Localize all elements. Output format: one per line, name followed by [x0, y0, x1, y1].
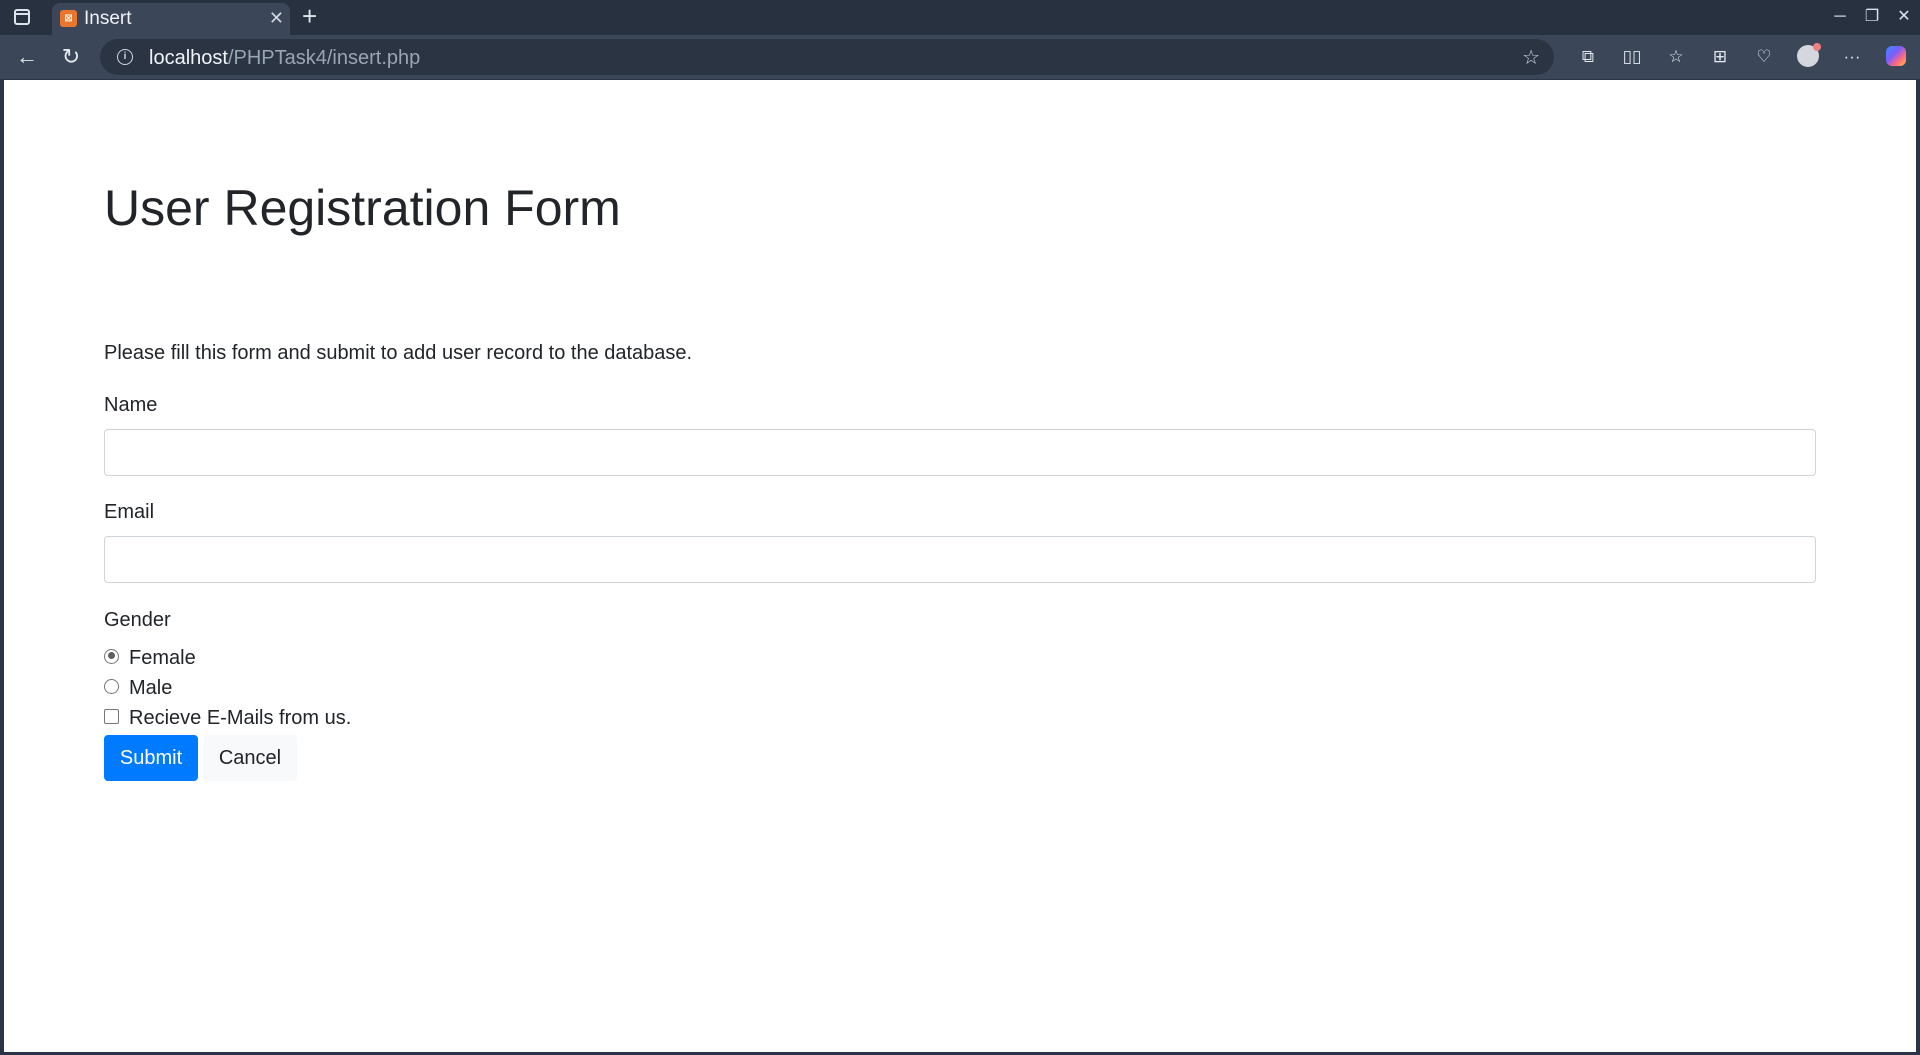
favorite-star-icon[interactable]: ☆ [1522, 45, 1540, 70]
url-text: localhost/PHPTask4/insert.php [149, 47, 421, 69]
page-viewport: User Registration Form Please fill this … [4, 80, 1916, 1052]
page-title: User Registration Form [104, 180, 621, 236]
browser-toolbar: ← ↻ i localhost/PHPTask4/insert.php ☆ ⧉ … [0, 35, 1920, 79]
site-info-icon[interactable]: i [117, 49, 133, 65]
name-input[interactable] [104, 429, 1816, 476]
restore-icon[interactable]: ❐ [1856, 0, 1888, 35]
collections-icon[interactable]: ⊞ [1698, 42, 1742, 72]
tab-title: Insert [84, 8, 132, 29]
submit-button[interactable]: Submit [104, 735, 198, 781]
more-icon[interactable]: ··· [1830, 42, 1874, 72]
male-radio[interactable] [104, 678, 119, 694]
refresh-icon[interactable]: ↻ [56, 42, 86, 72]
newsletter-option[interactable]: Recieve E-Mails from us. [104, 706, 351, 730]
browser-tab[interactable]: ⊠ Insert ✕ [52, 3, 290, 35]
form-intro-text: Please fill this form and submit to add … [104, 342, 693, 364]
split-screen-icon[interactable]: ▯▯ [1610, 42, 1654, 72]
window-controls: ─ ❐ ✕ [1824, 0, 1920, 35]
back-icon[interactable]: ← [12, 42, 42, 72]
close-tab-icon[interactable]: ✕ [269, 8, 284, 28]
address-bar[interactable]: i localhost/PHPTask4/insert.php ☆ [100, 39, 1554, 75]
cancel-button[interactable]: Cancel [203, 735, 297, 781]
copilot-icon[interactable] [1874, 42, 1918, 72]
browser-essentials-icon[interactable]: ♡ [1742, 42, 1786, 72]
profile-avatar[interactable] [1786, 42, 1830, 72]
email-label: Email [104, 501, 155, 523]
newsletter-label: Recieve E-Mails from us. [129, 706, 352, 729]
browser-titlebar: ⊠ Insert ✕ + ─ ❐ ✕ [0, 0, 1920, 35]
new-tab-icon[interactable]: + [302, 2, 317, 30]
gender-option-male[interactable]: Male [104, 676, 172, 700]
female-label: Female [129, 646, 196, 669]
xampp-icon: ⊠ [60, 10, 77, 27]
sidebar-toggle-icon[interactable] [14, 9, 30, 25]
extensions-icon[interactable]: ⧉ [1566, 42, 1610, 72]
gender-option-female[interactable]: Female [104, 646, 196, 670]
email-input[interactable] [104, 536, 1816, 583]
favorites-icon[interactable]: ☆ [1654, 42, 1698, 72]
gender-label: Gender [104, 609, 171, 631]
name-label: Name [104, 394, 158, 416]
female-radio[interactable] [104, 648, 119, 664]
minimize-icon[interactable]: ─ [1824, 0, 1856, 35]
toolbar-icons: ⧉ ▯▯ ☆ ⊞ ♡ ··· [1566, 42, 1918, 72]
male-label: Male [129, 676, 173, 699]
newsletter-checkbox[interactable] [104, 708, 119, 724]
close-window-icon[interactable]: ✕ [1888, 0, 1920, 35]
